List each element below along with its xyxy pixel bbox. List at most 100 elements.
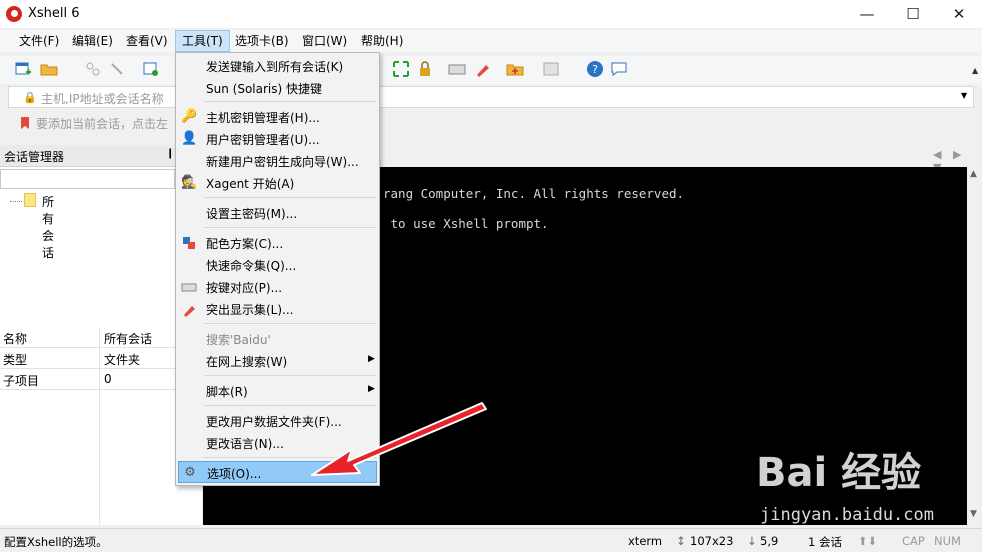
window-title: Xshell 6 — [28, 6, 80, 21]
transfer-arrows-icon: ⬆⬇ — [858, 534, 878, 548]
menu-item-user-key-manager[interactable]: 👤 用户密钥管理者(U)... — [178, 128, 377, 150]
session-count: 1 会话 — [808, 535, 842, 549]
table-row: 名称 所有会话 — [0, 327, 202, 348]
menu-item-color-scheme[interactable]: 配色方案(C)... — [178, 232, 377, 254]
chat-icon[interactable] — [610, 60, 628, 78]
property-value: 所有会话 — [104, 332, 153, 346]
menu-item-host-key-manager[interactable]: 🔑 主机密钥管理者(H)... — [178, 106, 377, 128]
address-input[interactable]: 主机,IP地址或会话名称 — [41, 90, 164, 107]
highlight-pen-icon[interactable] — [474, 60, 492, 78]
menu-item-send-key-all[interactable]: 发送键输入到所有会话(K) — [178, 55, 377, 77]
status-bar: 配置Xshell的选项。 xterm ↕ 107x23 ↓ 5,9 1 会话 ⬆… — [0, 528, 982, 552]
menu-item-label: 发送键输入到所有会话(K) — [206, 60, 344, 74]
bookmark-icon — [21, 117, 29, 129]
toolbar-overflow-icon[interactable]: ▲ — [972, 66, 978, 75]
fullscreen-icon[interactable] — [392, 60, 410, 78]
property-key: 名称 — [3, 332, 28, 346]
menu-bar: 文件(F) 编辑(E) 查看(V) 工具(T) 选项卡(B) 窗口(W) 帮助(… — [0, 30, 982, 52]
color-scheme-icon — [181, 235, 197, 251]
scroll-down-icon[interactable]: ▼ — [970, 509, 977, 519]
session-manager-header: 会话管理器 ❙ — [0, 145, 202, 167]
table-row: 子项目 0 — [0, 369, 202, 390]
menu-item-web-search[interactable]: 在网上搜索(W) ▶ — [178, 350, 377, 372]
address-bar[interactable]: 🔒 主机,IP地址或会话名称 ▼ — [8, 86, 974, 108]
cursor-position: 5,9 — [760, 534, 779, 548]
menu-item-label: 搜索'Baidu' — [206, 333, 271, 347]
menu-file[interactable]: 文件(F) — [13, 30, 65, 52]
menu-separator — [204, 375, 376, 376]
menu-separator — [204, 227, 376, 228]
toolbar: ? ▲ — [0, 56, 982, 84]
menu-separator — [204, 323, 376, 324]
menu-item-label: 设置主密码(M)... — [206, 207, 298, 221]
menu-item-label: 配色方案(C)... — [206, 237, 284, 251]
table-row: 类型 文件夹 — [0, 348, 202, 369]
tree-connector — [10, 201, 22, 202]
disconnect-icon[interactable] — [108, 60, 126, 78]
submenu-arrow-icon: ▶ — [368, 384, 375, 394]
close-button[interactable]: ✕ — [936, 0, 982, 28]
terminal-type: xterm — [628, 534, 663, 548]
menu-item-label: Xagent 开始(A) — [206, 177, 295, 191]
menu-item-label: 突出显示集(L)... — [206, 303, 294, 317]
session-properties-table: 名称 所有会话 类型 文件夹 子项目 0 — [0, 327, 202, 525]
menu-tabs[interactable]: 选项卡(B) — [229, 30, 295, 52]
session-properties-icon[interactable] — [142, 60, 160, 78]
resize-icon: ↕ — [676, 534, 686, 548]
help-icon[interactable]: ? — [586, 60, 604, 78]
gear-icon: ⚙ — [184, 465, 196, 480]
layout-icon[interactable] — [542, 60, 560, 78]
lock-icon[interactable] — [416, 60, 434, 78]
terminal-size: 107x23 — [690, 534, 734, 548]
menu-item-key-mapping[interactable]: 按键对应(P)... — [178, 276, 377, 298]
minimize-button[interactable]: — — [844, 0, 890, 28]
connect-icon[interactable] — [84, 60, 102, 78]
menu-item-label: Sun (Solaris) 快捷键 — [206, 82, 322, 96]
session-filter-input[interactable] — [0, 169, 175, 189]
address-dropdown-icon[interactable]: ▼ — [961, 91, 967, 100]
title-bar: Xshell 6 — ☐ ✕ — [0, 0, 982, 28]
menu-item-label: 按键对应(P)... — [206, 281, 283, 295]
lock-icon: 🔒 — [23, 91, 37, 104]
menu-item-master-password[interactable]: 设置主密码(M)... — [178, 202, 377, 224]
new-tab-icon[interactable] — [506, 60, 524, 78]
menu-item-label: 用户密钥管理者(U)... — [206, 133, 320, 147]
annotation-arrow-icon — [311, 402, 487, 476]
tree-item-label: 所有会话 — [42, 195, 55, 260]
maximize-button[interactable]: ☐ — [890, 0, 936, 28]
submenu-arrow-icon: ▶ — [368, 354, 375, 364]
property-value: 文件夹 — [104, 353, 141, 367]
menu-edit[interactable]: 编辑(E) — [66, 30, 119, 52]
xshell-logo-icon — [6, 6, 22, 22]
highlight-pen-icon — [181, 301, 197, 317]
menu-item-xagent-start[interactable]: 🕵 Xagent 开始(A) — [178, 172, 377, 194]
menu-window[interactable]: 窗口(W) — [296, 30, 353, 52]
property-key: 类型 — [3, 353, 28, 367]
menu-item-label: 选项(O)... — [207, 467, 262, 481]
user-key-icon: 👤 — [181, 131, 198, 146]
keyboard-icon — [181, 279, 197, 295]
menu-item-label: 主机密钥管理者(H)... — [206, 111, 320, 125]
menu-item-highlight-sets[interactable]: 突出显示集(L)... — [178, 298, 377, 320]
cursor-icon: ↓ — [747, 534, 757, 548]
new-session-icon[interactable] — [14, 60, 32, 78]
menu-separator — [204, 197, 376, 198]
scroll-up-icon[interactable]: ▲ — [970, 169, 977, 179]
menu-item-new-key-wizard[interactable]: 新建用户密钥生成向导(W)... — [178, 150, 377, 172]
keyboard-icon[interactable] — [448, 60, 466, 78]
menu-item-sun-shortcut[interactable]: Sun (Solaris) 快捷键 — [178, 77, 377, 99]
baidu-watermark-logo: Bai 经验 — [756, 450, 922, 496]
menu-tools[interactable]: 工具(T) — [175, 30, 230, 52]
open-folder-icon[interactable] — [40, 60, 58, 78]
session-hint-text: 要添加当前会话，点击左 — [36, 117, 169, 131]
pin-icon[interactable]: ❙ — [166, 148, 174, 159]
session-manager-title: 会话管理器 — [4, 150, 65, 164]
terminal-scrollbar[interactable]: ▲ ▼ — [967, 167, 982, 525]
baidu-watermark-url: jingyan.baidu.com — [760, 505, 934, 525]
terminal-line: to use Xshell prompt. — [383, 216, 549, 231]
property-key: 子项目 — [3, 374, 40, 388]
menu-item-quick-commands[interactable]: 快速命令集(Q)... — [178, 254, 377, 276]
menu-help[interactable]: 帮助(H) — [355, 30, 409, 52]
folder-icon — [24, 193, 36, 207]
menu-view[interactable]: 查看(V) — [120, 30, 174, 52]
